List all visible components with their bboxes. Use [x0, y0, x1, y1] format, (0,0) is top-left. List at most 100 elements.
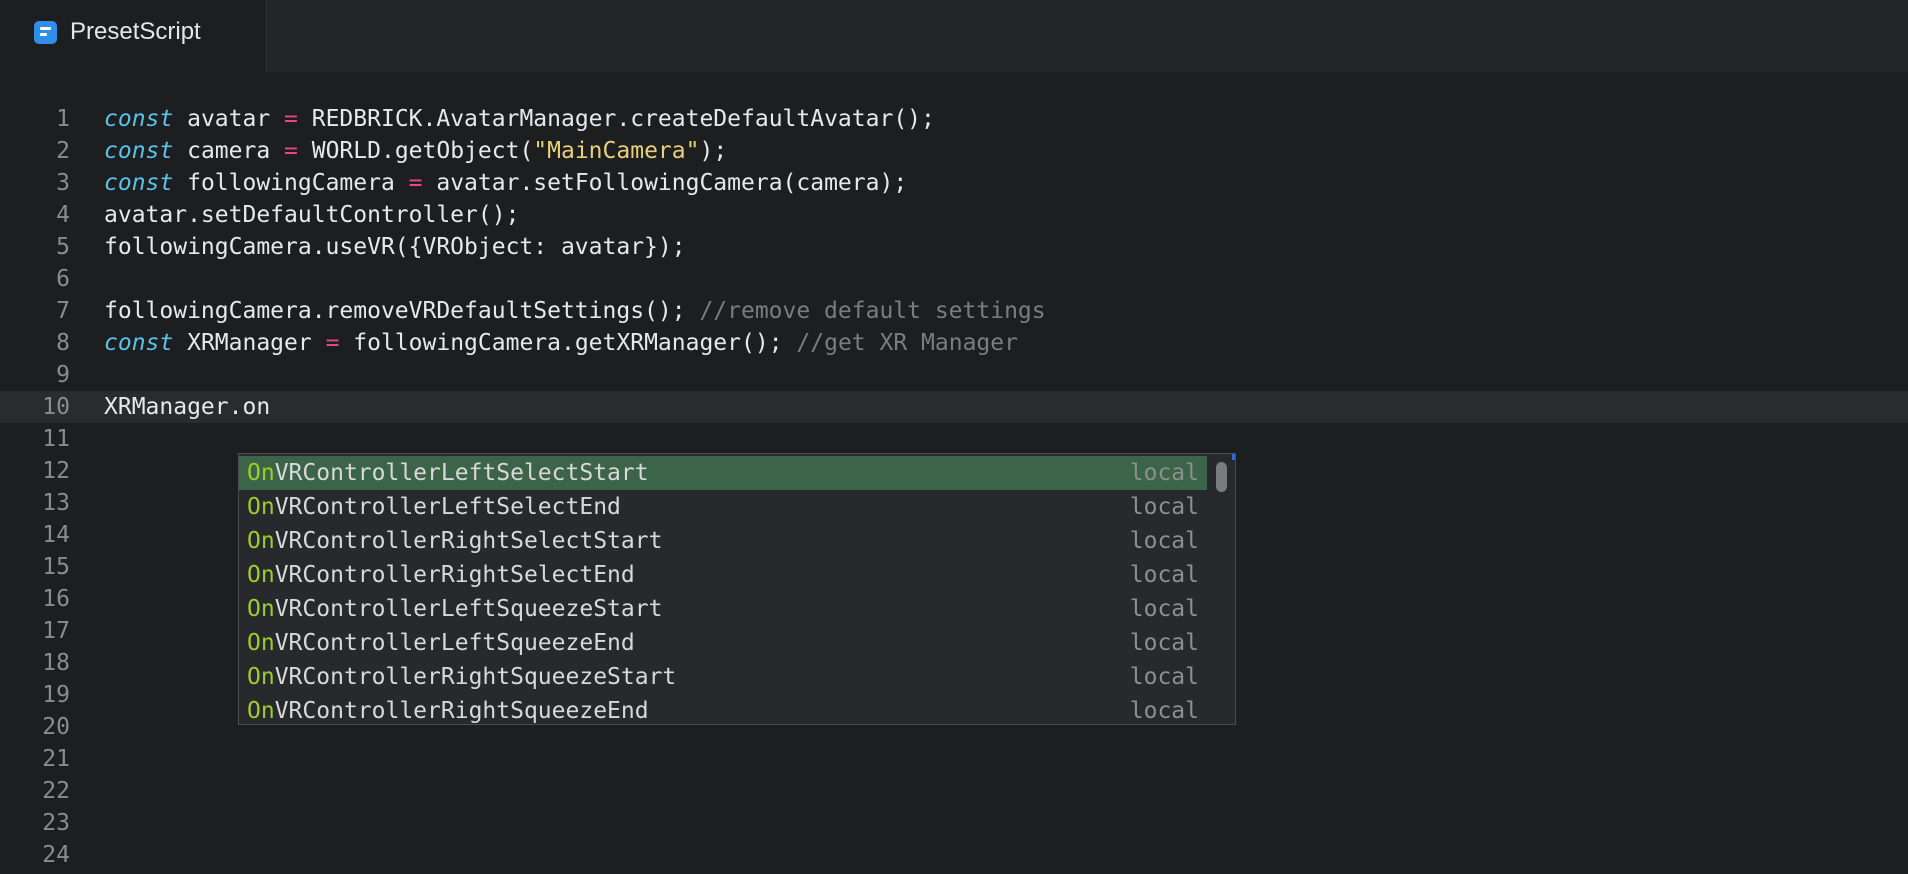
suggestion-item[interactable]: OnVRControllerLeftSelectEnd local — [239, 490, 1207, 524]
tab-label: PresetScript — [70, 18, 201, 45]
suggestion-rest: VRControllerRightSelectEnd — [274, 562, 635, 588]
suggestion-kind: local — [1129, 528, 1199, 554]
line-number: 9 — [56, 362, 70, 388]
line-code[interactable]: const camera = WORLD.getObject("MainCame… — [104, 135, 727, 167]
line-number: 15 — [42, 554, 70, 580]
code-token: followingCamera.getXRManager(); — [339, 330, 797, 356]
line-number: 8 — [56, 330, 70, 356]
code-token: REDBRICK.AvatarManager.createDefaultAvat… — [297, 106, 935, 132]
line-code[interactable]: const avatar = REDBRICK.AvatarManager.cr… — [104, 103, 935, 135]
line-number: 4 — [56, 202, 70, 228]
document-icon — [34, 21, 57, 44]
line-number: 5 — [56, 234, 70, 260]
suggestion-kind: local — [1129, 664, 1199, 690]
suggestion-kind: local — [1129, 460, 1199, 486]
suggestion-item[interactable]: OnVRControllerLeftSelectStart local — [239, 456, 1207, 490]
code-line[interactable]: 7 followingCamera.removeVRDefaultSettings… — [0, 295, 1908, 327]
autocomplete-scrollbar[interactable] — [1214, 456, 1228, 492]
line-number: 20 — [42, 714, 70, 740]
line-number: 1 — [56, 106, 70, 132]
line-number: 13 — [42, 490, 70, 516]
code-token: followingCamera.removeVRDefaultSettings(… — [104, 298, 700, 324]
suggestion-kind: local — [1129, 698, 1199, 724]
suggestion-label: OnVRControllerRightSelectEnd — [247, 558, 635, 592]
line-number: 3 — [56, 170, 70, 196]
scrollbar-thumb[interactable] — [1216, 462, 1227, 492]
suggestion-item[interactable]: OnVRControllerRightSelectEnd local — [239, 558, 1207, 592]
suggestion-rest: VRControllerRightSqueezeEnd — [274, 698, 649, 724]
suggestion-kind: local — [1129, 494, 1199, 520]
code-line[interactable]: 24 — [0, 839, 1908, 871]
line-code[interactable]: const XRManager = followingCamera.getXRM… — [104, 327, 1018, 359]
popup-corner-marker — [1232, 454, 1235, 460]
code-token: camera — [173, 138, 285, 164]
suggestion-match: On — [247, 630, 275, 656]
code-line[interactable]: 5 followingCamera.useVR({VRObject: avatar… — [0, 231, 1908, 263]
autocomplete-popup: OnVRControllerRightSqueezeEnd local OnVRCo… — [238, 453, 1236, 725]
line-number: 6 — [56, 266, 70, 292]
suggestion-match: On — [247, 562, 275, 588]
code-token: //remove default settings — [699, 298, 1046, 324]
code-token: = — [284, 138, 298, 164]
line-number: 12 — [42, 458, 70, 484]
line-code[interactable]: avatar.setDefaultController(); — [104, 199, 519, 231]
line-code[interactable]: const followingCamera = avatar.setFollow… — [104, 167, 907, 199]
code-line[interactable]: 23 — [0, 807, 1908, 839]
suggestion-label: OnVRControllerRightSelectStart — [247, 524, 662, 558]
line-number: 19 — [42, 682, 70, 708]
line-number: 16 — [42, 586, 70, 612]
line-number: 21 — [42, 746, 70, 772]
tab-presetscript[interactable]: PresetScript — [0, 0, 267, 72]
code-line[interactable]: 4 avatar.setDefaultController(); — [0, 199, 1908, 231]
suggestion-label: OnVRControllerRightSqueezeStart — [247, 660, 676, 694]
suggestion-rest: VRControllerLeftSelectEnd — [274, 494, 621, 520]
line-number: 2 — [56, 138, 70, 164]
suggestion-match: On — [247, 494, 275, 520]
suggestion-item[interactable]: OnVRControllerLeftSqueezeEnd local — [239, 626, 1207, 660]
line-number: 14 — [42, 522, 70, 548]
code-token: followingCamera — [173, 170, 409, 196]
code-token: WORLD.getObject( — [297, 138, 534, 164]
code-line[interactable]: 11 — [0, 423, 1908, 455]
suggestion-item[interactable]: OnVRControllerRightSelectStart local — [239, 524, 1207, 558]
suggestion-label: OnVRControllerLeftSelectStart — [247, 456, 649, 490]
code-line[interactable]: 2 const camera = WORLD.getObject("MainCam… — [0, 135, 1908, 167]
code-token: followingCamera.useVR({VRObject: avatar}… — [104, 234, 686, 260]
code-token: = — [408, 170, 423, 196]
suggestion-rest: VRControllerLeftSelectStart — [274, 460, 649, 486]
suggestion-rest: VRControllerRightSelectStart — [274, 528, 663, 554]
line-number: 18 — [42, 650, 70, 676]
tab-bar: PresetScript — [0, 0, 1908, 72]
code-token: ); — [699, 138, 728, 164]
suggestion-item[interactable]: OnVRControllerRightSqueezeStart local — [239, 660, 1207, 694]
suggestion-kind: local — [1129, 630, 1199, 656]
code-token: avatar.setDefaultController(); — [104, 202, 520, 228]
code-line[interactable]: 8 const XRManager = followingCamera.getXR… — [0, 327, 1908, 359]
suggestion-label: OnVRControllerLeftSqueezeEnd — [247, 626, 635, 660]
code-line[interactable]: 22 — [0, 775, 1908, 807]
code-line[interactable]: 9 — [0, 359, 1908, 391]
suggestion-item[interactable]: OnVRControllerRightSqueezeEnd local — [239, 694, 1207, 724]
code-token: XRManager.on — [104, 394, 271, 420]
line-number: 11 — [42, 426, 70, 452]
line-number: 7 — [56, 298, 70, 324]
suggestion-label: OnVRControllerRightSqueezeEnd — [247, 694, 649, 724]
code-line[interactable]: 21 — [0, 743, 1908, 775]
code-line[interactable]: 6 — [0, 263, 1908, 295]
code-line[interactable]: 10 XRManager.on — [0, 391, 1908, 423]
suggestion-kind: local — [1129, 596, 1199, 622]
line-code[interactable]: followingCamera.useVR({VRObject: avatar}… — [104, 231, 686, 263]
line-number: 24 — [42, 842, 70, 868]
line-code[interactable]: XRManager.on — [104, 391, 271, 423]
code-token: const — [104, 330, 174, 356]
code-token: const — [104, 170, 174, 196]
suggestion-label: OnVRControllerLeftSelectEnd — [247, 490, 621, 524]
code-line[interactable]: 1 const avatar = REDBRICK.AvatarManager.c… — [0, 103, 1908, 135]
code-line[interactable]: 3 const followingCamera = avatar.setFollo… — [0, 167, 1908, 199]
suggestion-item[interactable]: OnVRControllerLeftSqueezeStart local — [239, 592, 1207, 626]
line-code[interactable]: followingCamera.removeVRDefaultSettings(… — [104, 295, 1046, 327]
code-token: const — [104, 138, 174, 164]
code-token: avatar.setFollowingCamera(camera); — [422, 170, 908, 196]
suggestion-match: On — [247, 664, 275, 690]
suggestion-match: On — [247, 596, 275, 622]
